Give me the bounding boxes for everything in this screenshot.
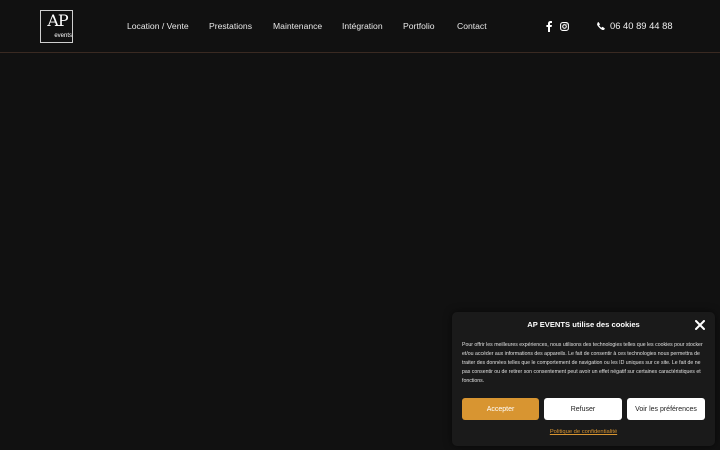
cookie-title: AP EVENTS utilise des cookies	[527, 320, 640, 329]
nav-item-integration[interactable]: Intégration	[342, 20, 383, 32]
cookie-banner: AP EVENTS utilise des cookies Pour offri…	[452, 312, 715, 446]
nav-item-portfolio[interactable]: Portfolio	[403, 20, 435, 32]
phone-icon	[597, 22, 605, 30]
refuse-button[interactable]: Refuser	[544, 398, 622, 420]
logo[interactable]: AP events	[40, 10, 73, 43]
logo-subtitle: events	[54, 33, 72, 39]
nav-item-location-vente[interactable]: Location / Vente	[127, 20, 189, 32]
site-header: AP events Location / Vente Prestations M…	[0, 0, 720, 53]
phone-number[interactable]: 06 40 89 44 88	[610, 20, 673, 32]
nav-item-maintenance[interactable]: Maintenance	[273, 20, 322, 32]
facebook-icon[interactable]	[546, 21, 552, 32]
instagram-icon[interactable]	[560, 22, 569, 31]
privacy-policy-link[interactable]: Politique de confidentialité	[452, 428, 715, 436]
close-icon[interactable]	[695, 320, 705, 330]
cookie-description: Pour offrir les meilleures expériences, …	[462, 342, 703, 384]
accept-button[interactable]: Accepter	[462, 398, 539, 420]
nav-item-prestations[interactable]: Prestations	[209, 20, 252, 32]
logo-mark: AP	[47, 11, 68, 30]
preferences-button[interactable]: Voir les préférences	[627, 398, 705, 420]
nav-item-contact[interactable]: Contact	[457, 20, 487, 32]
